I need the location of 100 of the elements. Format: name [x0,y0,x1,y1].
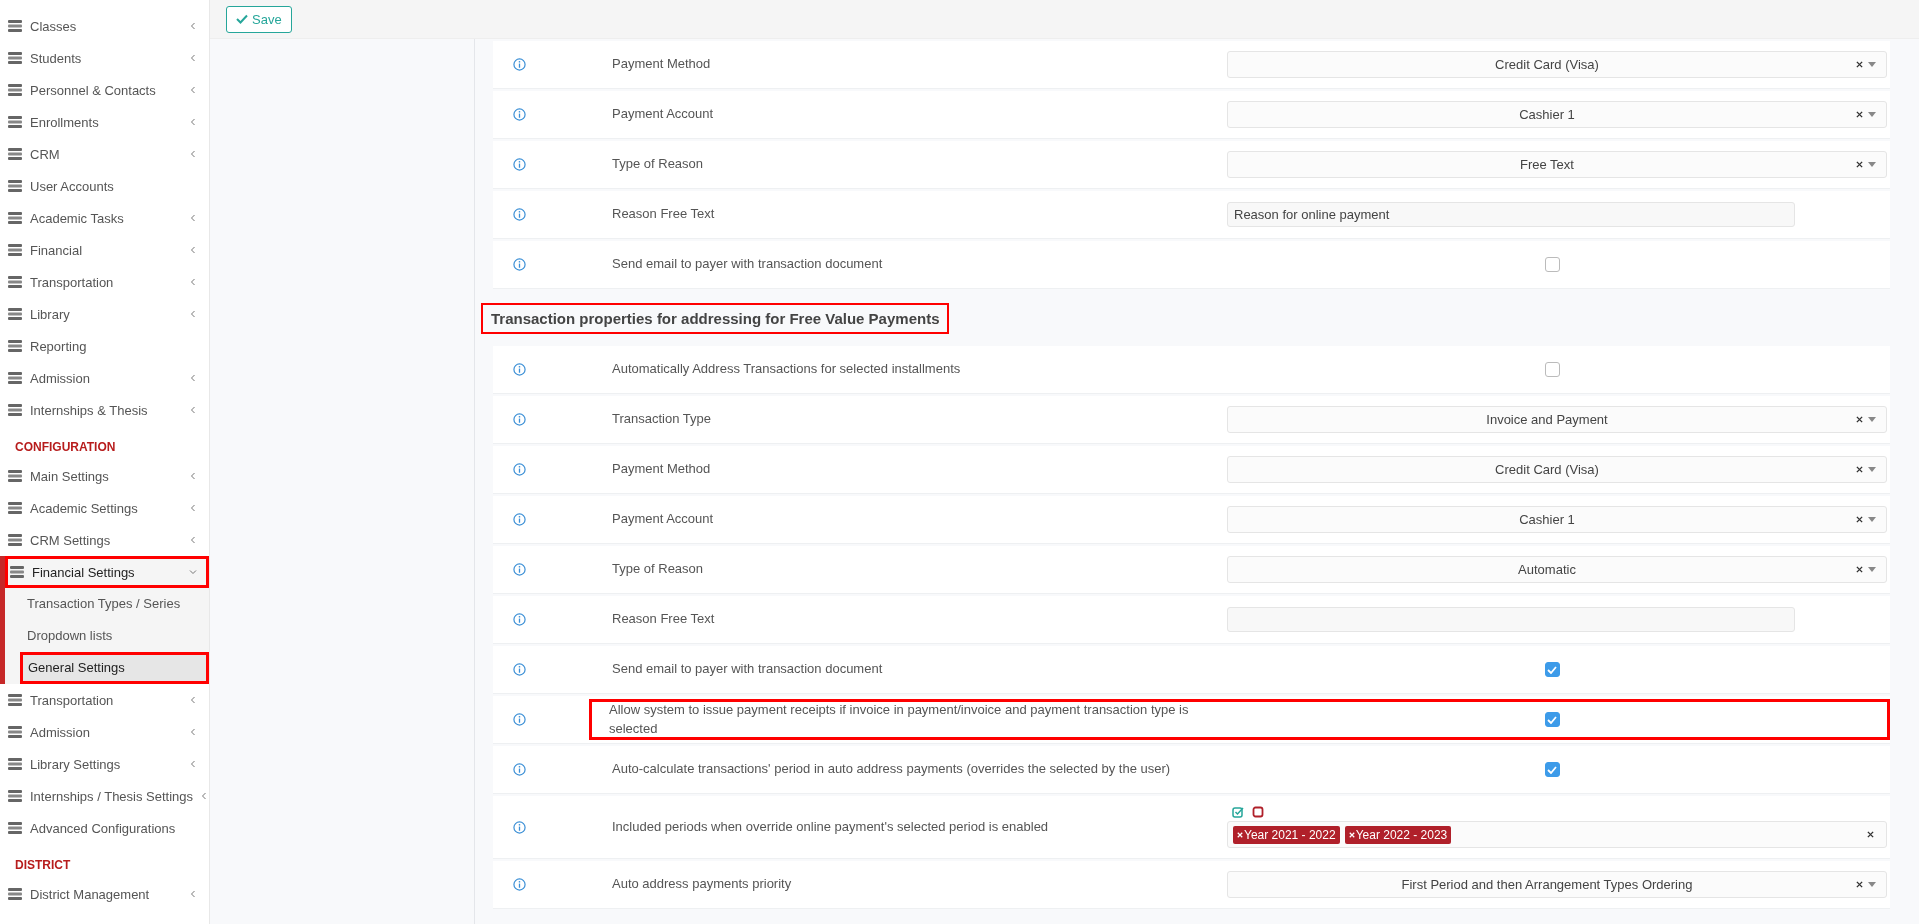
stack-icon [7,403,23,417]
info-icon[interactable] [513,613,526,626]
checkbox[interactable] [1544,762,1560,777]
menu-item[interactable]: Internships & Thesis [0,394,209,426]
info-icon[interactable] [513,258,526,271]
info-icon[interactable] [513,108,526,121]
submenu-item[interactable]: Transaction Types / Series [5,588,209,620]
menu-item[interactable]: Reporting [0,330,209,362]
submenu-item[interactable]: Dropdown lists [5,620,209,652]
stack-icon [7,307,23,321]
menu-item[interactable]: District Management [0,878,209,910]
menu-item[interactable]: Internships / Thesis Settings [0,780,209,812]
stack-icon [7,243,23,257]
caret-icon[interactable] [1868,467,1876,472]
info-icon[interactable] [513,463,526,476]
setting-label: Type of Reason [612,155,705,174]
menu-item[interactable]: Enrollments [0,106,209,138]
clear-icon[interactable] [1856,61,1863,68]
menu-item[interactable]: Library [0,298,209,330]
setting-label: Automatically Address Transactions for selected installments [612,360,962,379]
input-field[interactable]: Reason for online payment [1227,202,1795,227]
clear-icon[interactable] [1856,466,1863,473]
stack-icon [7,115,23,129]
checkbox[interactable] [1544,712,1560,727]
info-icon[interactable] [513,663,526,676]
info-icon[interactable] [513,820,526,834]
menu-item[interactable]: Classes [0,10,209,42]
checkbox[interactable] [1544,257,1560,272]
select-field[interactable]: Credit Card (Visa) [1227,456,1887,483]
setting-label: Auto address payments priority [612,875,793,894]
section-heading: DISTRICT [14,857,72,874]
info-icon[interactable] [513,158,526,171]
select-field[interactable]: Free Text [1227,151,1887,178]
caret-icon[interactable] [1868,417,1876,422]
stack-icon [7,179,23,193]
info-icon[interactable] [513,208,526,221]
clear-icon[interactable] [1856,516,1863,523]
menu-item[interactable]: CRM [0,138,209,170]
caret-icon[interactable] [1868,517,1876,522]
select-all-icon[interactable] [1232,806,1244,818]
stack-icon [7,725,23,739]
menu-item[interactable]: Admission [0,716,209,748]
deselect-all-icon[interactable] [1252,806,1264,818]
remove-icon[interactable] [1237,831,1243,838]
stack-icon [9,565,25,579]
menu-item[interactable]: Library Settings [0,748,209,780]
menu-item[interactable]: Financial Settings [5,556,209,588]
info-icon[interactable] [513,58,526,71]
info-icon[interactable] [513,713,526,726]
select-field[interactable]: Invoice and Payment [1227,406,1887,433]
clear-icon[interactable] [1867,831,1874,838]
menu-item[interactable]: Personnel & Contacts [0,74,209,106]
info-icon[interactable] [513,413,526,426]
select-field[interactable]: First Period and then Arrangement Types Ordering [1227,871,1887,898]
clear-icon[interactable] [1856,161,1863,168]
info-icon[interactable] [513,513,526,526]
setting-label: Included periods when override online payment's selected period is enabled [612,817,1050,836]
checkbox[interactable] [1544,662,1560,677]
select-field[interactable]: Credit Card (Visa) [1227,51,1887,78]
info-icon[interactable] [513,363,526,376]
caret-icon[interactable] [1868,62,1876,67]
caret-icon[interactable] [1868,112,1876,117]
menu-item[interactable]: Main Settings [0,460,209,492]
info-icon[interactable] [513,763,526,776]
clear-icon[interactable] [1856,566,1863,573]
clear-icon[interactable] [1856,416,1863,423]
input-field[interactable] [1227,607,1795,632]
select-field[interactable]: Cashier 1 [1227,101,1887,128]
menu-item[interactable]: User Accounts [0,170,209,202]
menu-item[interactable]: Advanced Configurations [0,812,209,844]
select-field[interactable]: Cashier 1 [1227,506,1887,533]
setting-label: Payment Account [612,105,715,124]
stack-icon [7,83,23,97]
submenu-item[interactable]: General Settings [20,652,209,684]
clear-icon[interactable] [1856,881,1863,888]
stack-icon [7,371,23,385]
menu-item[interactable]: Academic Tasks [0,202,209,234]
menu-item[interactable]: Students [0,42,209,74]
menu-item[interactable]: Financial [0,234,209,266]
caret-icon[interactable] [1868,567,1876,572]
menu-item[interactable]: Academic Settings [0,492,209,524]
remove-icon[interactable] [1348,831,1355,838]
setting-label: Send email to payer with transaction document [612,255,884,274]
clear-icon[interactable] [1856,111,1863,118]
stack-icon [7,211,23,225]
select-field[interactable]: Automatic [1227,556,1887,583]
info-icon[interactable] [513,563,526,576]
stack-icon [7,51,23,65]
menu-item[interactable]: Transportation [0,684,209,716]
caret-icon[interactable] [1868,162,1876,167]
info-icon[interactable] [513,878,526,891]
menu-item[interactable]: CRM Settings [0,524,209,556]
stack-icon [7,821,23,835]
checkbox[interactable] [1544,362,1560,377]
stack-icon [7,339,23,353]
multiselect-field[interactable]: Year 2021 - 2022 Year 2022 - 2023 [1227,821,1887,848]
menu-item[interactable]: Admission [0,362,209,394]
menu-item[interactable]: Transportation [0,266,209,298]
section-heading: CONFIGURATION [14,439,117,456]
caret-icon[interactable] [1868,882,1876,887]
